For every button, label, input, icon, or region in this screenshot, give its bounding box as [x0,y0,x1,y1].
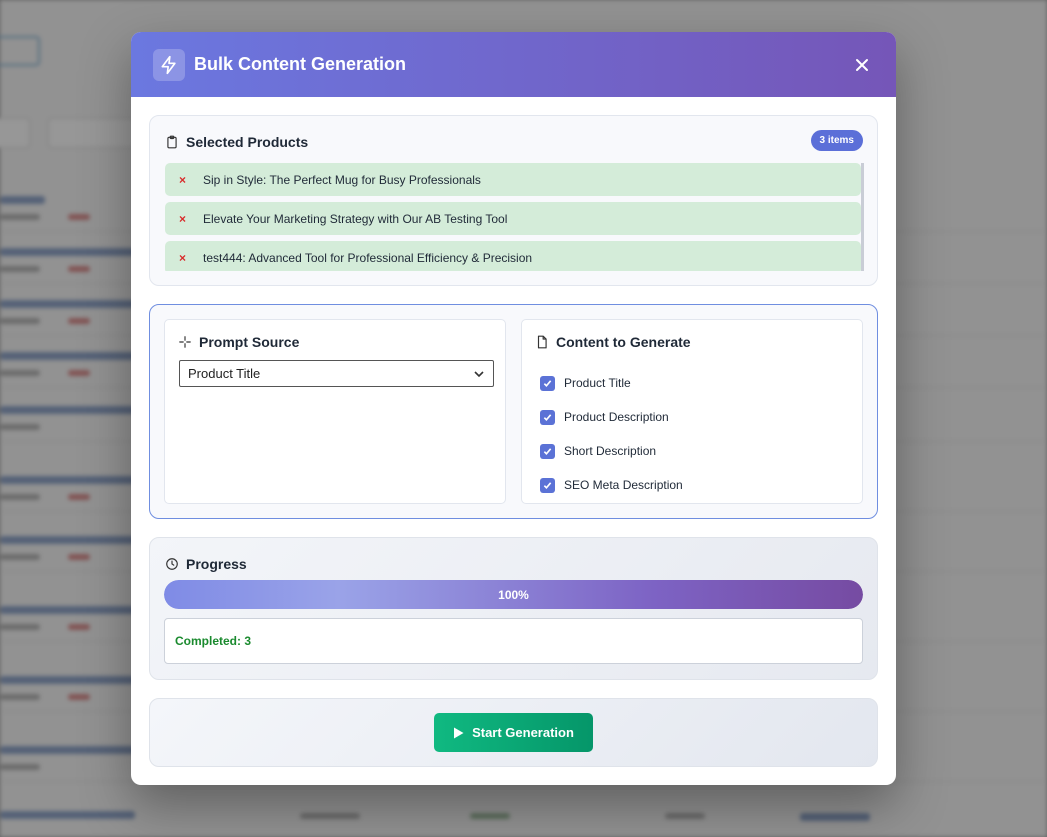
lightning-icon [153,48,185,81]
document-icon [537,335,547,349]
product-name: Sip in Style: The Perfect Mug for Busy P… [203,172,481,187]
progress-section: Progress 100% Completed: 3 [149,537,878,680]
option-product-description[interactable]: Product Description [540,400,683,434]
checkbox-checked[interactable] [540,477,555,493]
modal-header: Bulk Content Generation [131,32,896,97]
option-product-title[interactable]: Product Title [540,366,683,400]
option-short-description[interactable]: Short Description [540,434,683,468]
product-name: test444: Advanced Tool for Professional … [203,250,533,265]
content-to-generate-heading: Content to Generate [535,334,691,350]
remove-product-button[interactable]: × [179,251,203,265]
list-item: × test444: Advanced Tool for Professiona… [165,241,861,271]
selected-products-heading: Selected Products [165,134,308,150]
product-name: Elevate Your Marketing Strategy with Our… [203,211,508,226]
progress-bar-fill: 100% [164,580,863,609]
bulk-generation-modal: Bulk Content Generation Selected Product… [131,32,896,785]
generation-settings-section: Prompt Source Product Title Content to G… [149,304,878,519]
progress-heading: Progress [165,556,247,572]
action-section: Start Generation [149,698,878,767]
product-list[interactable]: × Sip in Style: The Perfect Mug for Busy… [165,163,864,271]
item-count-badge: 3 items [810,130,863,151]
clock-icon [166,558,178,570]
close-button[interactable] [850,53,874,77]
prompt-source-heading: Prompt Source [178,334,299,350]
checkbox-checked[interactable] [540,443,555,459]
progress-bar: 100% [164,580,863,609]
close-icon [856,58,868,71]
selected-products-section: Selected Products 3 items × Sip in Style… [149,115,878,286]
content-options: Product Title Product Description Short … [540,366,683,502]
remove-product-button[interactable]: × [179,212,203,226]
status-message: Completed: 3 [164,618,863,664]
clipboard-icon [167,135,177,149]
progress-percent: 100% [498,587,529,602]
remove-product-button[interactable]: × [179,173,203,187]
start-generation-button[interactable]: Start Generation [434,713,593,752]
sparkle-icon [179,336,191,348]
prompt-source-select[interactable]: Product Title [179,360,494,387]
option-seo-meta-description[interactable]: SEO Meta Description [540,468,683,502]
checkbox-checked[interactable] [540,375,555,391]
list-item: × Sip in Style: The Perfect Mug for Busy… [165,163,861,196]
checkbox-checked[interactable] [540,409,555,425]
content-to-generate-card: Content to Generate Product Title Produc… [521,319,863,504]
play-icon [454,727,464,738]
chevron-down-icon [474,370,484,377]
list-item: × Elevate Your Marketing Strategy with O… [165,202,861,235]
modal-title: Bulk Content Generation [194,54,407,74]
prompt-source-card: Prompt Source Product Title [164,319,506,504]
